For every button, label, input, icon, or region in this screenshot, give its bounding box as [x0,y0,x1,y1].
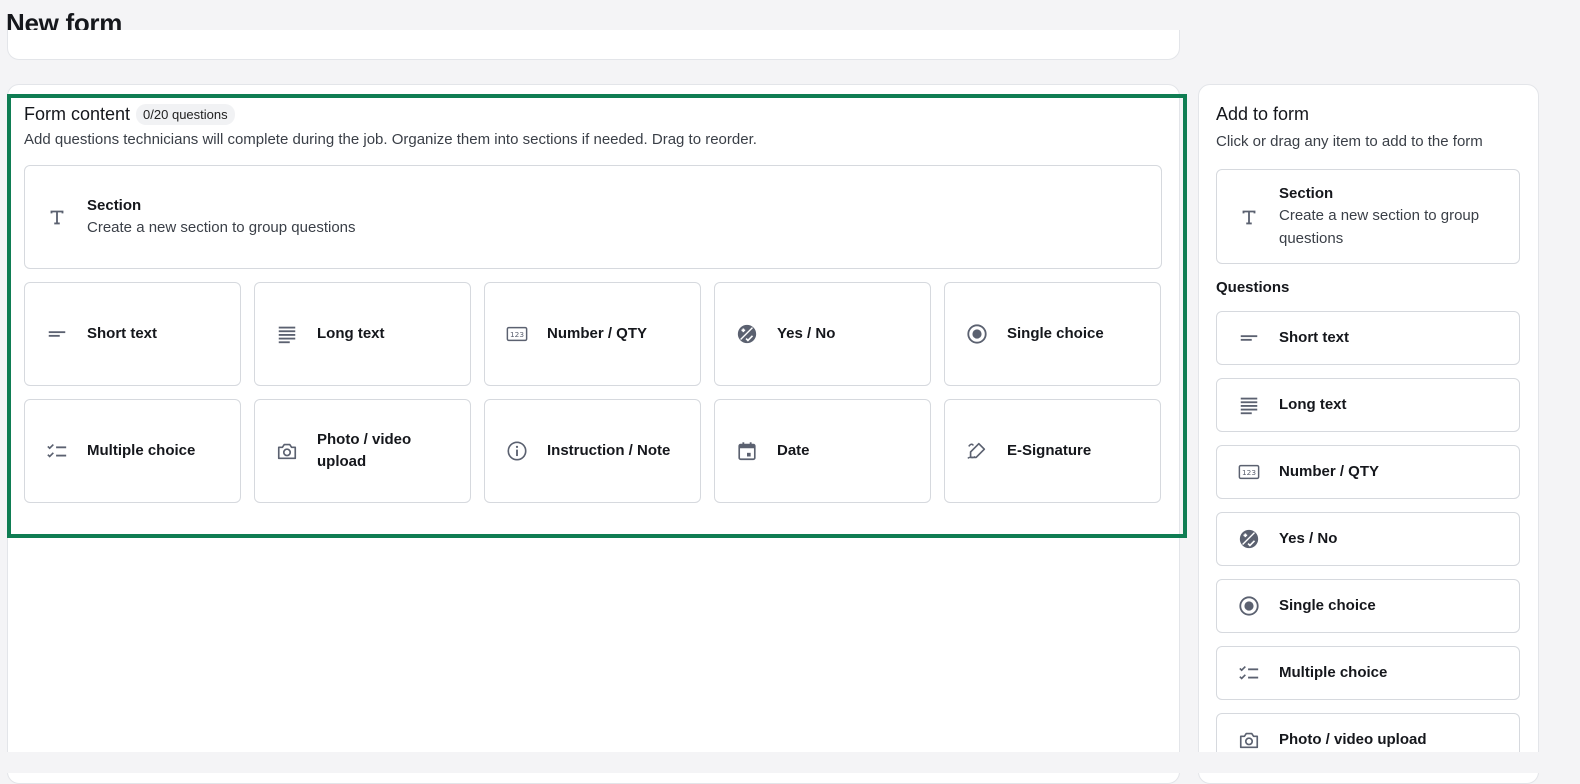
svg-text:123: 123 [510,330,524,339]
sidebar-item-label: Single choice [1279,597,1376,614]
tile-e-signature[interactable]: E-Signature [944,399,1161,503]
number-icon: 123 [1237,460,1261,484]
signature-icon [965,439,989,463]
tile-instruction-note[interactable]: Instruction / Note [484,399,701,503]
sidebar-item-long-text[interactable]: Long text [1216,378,1520,432]
sidebar-item-label: Photo / video upload [1279,731,1427,748]
tile-number[interactable]: 123 Number / QTY [484,282,701,386]
section-tile-subtitle: Create a new section to group questions [87,219,356,236]
tile-yes-no[interactable]: Yes / No [714,282,931,386]
form-content-description: Add questions technicians will complete … [24,131,757,148]
tile-label: Single choice [1007,325,1104,342]
short-text-icon [45,322,69,346]
camera-icon [275,439,299,463]
info-icon [505,439,529,463]
tile-label: Short text [87,325,158,342]
sidebar-item-single-choice[interactable]: Single choice [1216,579,1520,633]
camera-icon [1237,728,1261,752]
section-tile-title: Section [87,197,142,214]
form-content-header: Form content 0/20 questions [24,104,235,125]
tile-date[interactable]: Date [714,399,931,503]
sidebar-item-label: Long text [1279,396,1347,413]
section-t-icon [45,205,69,229]
tile-photo-video[interactable]: Photo / video upload [254,399,471,503]
long-text-icon [275,322,299,346]
sidebar-item-multiple-choice[interactable]: Multiple choice [1216,646,1520,700]
section-t-icon [1237,205,1261,229]
tile-label: Yes / No [777,325,836,342]
sidebar-section-title: Section [1279,185,1334,202]
single-choice-icon [965,322,989,346]
add-section-tile[interactable]: Section Create a new section to group qu… [24,165,1162,269]
sidebar-item-number[interactable]: 123 Number / QTY [1216,445,1520,499]
svg-text:123: 123 [1242,468,1256,477]
tile-label: Photo / video upload [317,431,412,470]
tile-short-text[interactable]: Short text [24,282,241,386]
sidebar-add-section[interactable]: Section Create a new section to group qu… [1216,169,1520,264]
tile-multiple-choice[interactable]: Multiple choice [24,399,241,503]
calendar-icon [735,439,759,463]
tile-label: Long text [317,325,385,342]
multiple-choice-icon [45,439,69,463]
tile-label: Number / QTY [547,325,648,342]
form-content-title: Form content [24,104,131,124]
tile-label: Instruction / Note [547,442,671,459]
add-to-form-title: Add to form [1216,104,1310,124]
questions-heading: Questions [1216,279,1290,296]
question-count-badge: 0/20 questions [136,104,235,125]
sidebar-item-label: Short text [1279,329,1350,346]
tile-single-choice[interactable]: Single choice [944,282,1161,386]
sidebar-section-subtitle: Create a new section to group questions [1279,207,1480,247]
sidebar-item-label: Yes / No [1279,530,1338,547]
yes-no-icon [735,322,759,346]
sidebar-item-label: Multiple choice [1279,664,1388,681]
short-text-icon [1237,326,1261,350]
yes-no-icon [1237,527,1261,551]
sidebar-item-yes-no[interactable]: Yes / No [1216,512,1520,566]
viewport-bottom-edge [0,752,1580,773]
number-icon: 123 [505,322,529,346]
multiple-choice-icon [1237,661,1261,685]
sidebar-item-short-text[interactable]: Short text [1216,311,1520,365]
sidebar-item-label: Number / QTY [1279,463,1380,480]
previous-card [7,30,1180,60]
tile-long-text[interactable]: Long text [254,282,471,386]
add-to-form-description: Click or drag any item to add to the for… [1216,133,1483,150]
tile-label: Date [777,442,810,459]
tile-label: E-Signature [1007,442,1092,459]
tile-label: Multiple choice [87,442,196,459]
single-choice-icon [1237,594,1261,618]
long-text-icon [1237,393,1261,417]
